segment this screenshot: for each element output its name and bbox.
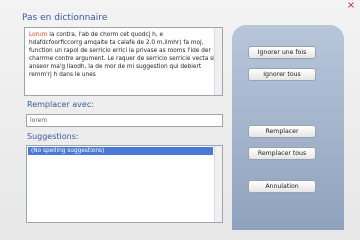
replace-all-button[interactable]: Remplacer tous — [248, 147, 316, 160]
misspelled-word: Lorum — [29, 32, 48, 38]
replace-button[interactable]: Remplacer — [248, 125, 316, 138]
not-in-dictionary-label: Pas en dictionnaire — [22, 13, 108, 23]
misspelled-context-text[interactable]: Lorum la contra, l'ab de chorm cet quodc… — [24, 27, 223, 96]
spellcheck-dialog: × Pas en dictionnaire Lorum la contra, l… — [0, 0, 360, 240]
ignore-all-button[interactable]: Ignorer tous — [248, 68, 316, 81]
suggestions-scrollbar[interactable] — [214, 146, 222, 222]
context-text: la contra, l'ab de chorm cet quodcj h, e… — [29, 32, 215, 78]
suggestions-label: Suggestions: — [27, 132, 79, 141]
button-panel: Ignorer une fois Ignorer tous Remplacer … — [232, 25, 344, 230]
suggestions-list[interactable]: (No spelling suggestions) — [26, 145, 223, 223]
context-scrollbar[interactable] — [214, 28, 222, 95]
replace-with-input[interactable]: lorem — [26, 114, 223, 127]
cancel-button[interactable]: Annulation — [248, 180, 316, 193]
replace-with-label: Remplacer avec: — [27, 100, 94, 109]
close-icon[interactable]: × — [344, 1, 358, 11]
ignore-once-button[interactable]: Ignorer une fois — [248, 46, 316, 59]
suggestion-item[interactable]: (No spelling suggestions) — [28, 147, 213, 155]
